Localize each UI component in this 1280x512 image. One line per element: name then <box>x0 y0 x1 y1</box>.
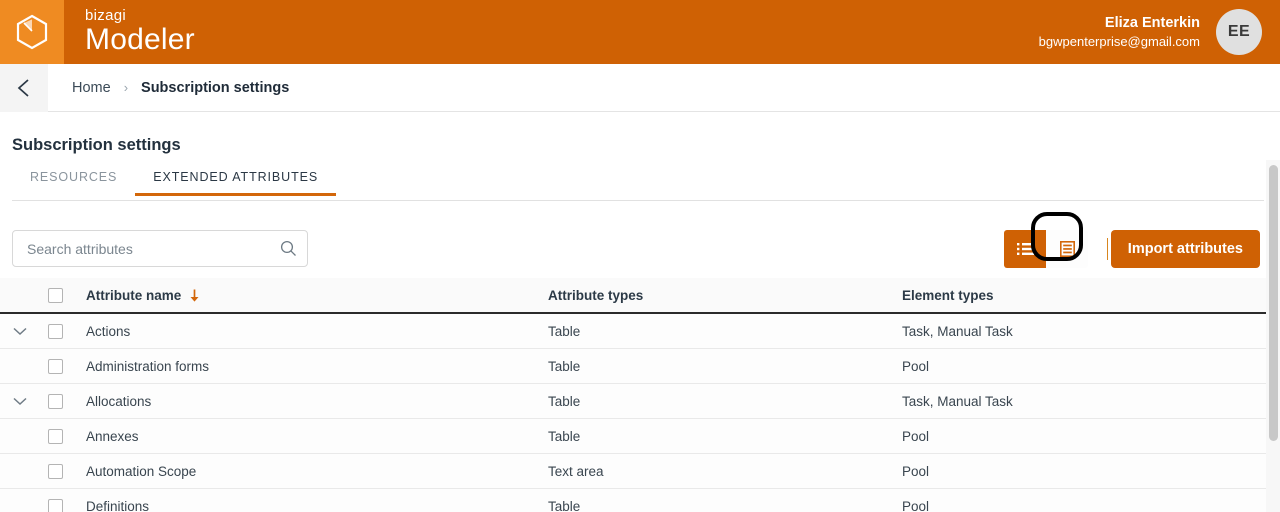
toolbar-divider <box>1107 238 1108 260</box>
cell-attribute-type: Table <box>548 358 581 374</box>
row-checkbox[interactable] <box>47 323 63 339</box>
list-view-icon <box>1016 243 1034 255</box>
cell-attribute-type: Table <box>548 393 581 409</box>
user-name: Eliza Enterkin <box>1104 14 1200 31</box>
search-input[interactable] <box>27 240 280 257</box>
breadcrumb-separator-icon: › <box>123 80 129 95</box>
table-toolbar: Import attributes <box>0 218 1280 270</box>
tab-resources[interactable]: RESOURCES <box>12 170 135 196</box>
chevron-left-icon <box>17 78 29 97</box>
table-row[interactable]: Definitions Table Pool <box>0 489 1280 512</box>
cell-attribute-name: Administration forms <box>86 358 210 374</box>
tab-bar: RESOURCES EXTENDED ATTRIBUTES <box>12 170 1264 201</box>
breadcrumb: Home › Subscription settings <box>72 80 289 96</box>
table-row[interactable]: Annexes Table Pool <box>0 419 1280 454</box>
table-row[interactable]: Allocations Table Task, Manual Task <box>0 384 1280 419</box>
column-header-attribute-types[interactable]: Attribute types <box>548 288 902 303</box>
cell-attribute-name: Actions <box>86 323 131 339</box>
row-checkbox[interactable] <box>47 498 63 512</box>
cell-element-types: Pool <box>902 463 930 479</box>
table-row[interactable]: Administration forms Table Pool <box>0 349 1280 384</box>
user-email: bgwpenterprise@gmail.com <box>1038 33 1200 49</box>
import-attributes-button[interactable]: Import attributes <box>1110 230 1260 268</box>
cell-element-types: Task, Manual Task <box>902 393 1013 409</box>
cell-element-types: Pool <box>902 498 930 512</box>
cell-attribute-type: Text area <box>548 463 604 479</box>
row-checkbox[interactable] <box>47 463 63 479</box>
row-select-cell[interactable] <box>40 498 70 512</box>
table-header-row: Attribute name Attribute types Element t… <box>0 278 1280 314</box>
user-info[interactable]: Eliza Enterkin bgwpenterprise@gmail.com <box>1039 14 1200 51</box>
cell-attribute-name: Annexes <box>86 428 139 444</box>
row-select-cell[interactable] <box>40 393 70 409</box>
column-header-element-types[interactable]: Element types <box>902 288 1280 303</box>
app-logo[interactable] <box>0 0 64 64</box>
brand-name-small: bizagi <box>85 7 126 24</box>
cell-attribute-name: Definitions <box>86 498 150 512</box>
row-checkbox[interactable] <box>47 393 63 409</box>
column-header-attribute-name[interactable]: Attribute name <box>70 288 548 303</box>
chevron-down-icon[interactable] <box>13 397 27 406</box>
select-all-cell[interactable] <box>40 287 70 303</box>
arrow-down-icon[interactable] <box>189 289 200 302</box>
page-title: Subscription settings <box>12 136 181 154</box>
row-expand-cell[interactable] <box>0 397 40 406</box>
breadcrumb-bar: Home › Subscription settings <box>0 63 1280 112</box>
back-button[interactable] <box>0 63 48 112</box>
breadcrumb-item-home[interactable]: Home <box>72 80 111 96</box>
row-checkbox[interactable] <box>47 428 63 444</box>
cell-attribute-name: Allocations <box>86 393 152 409</box>
app-header: bizagi Modeler Eliza Enterkin bgwpenterp… <box>0 0 1280 64</box>
vertical-scrollbar-thumb[interactable] <box>1269 165 1278 441</box>
row-select-cell[interactable] <box>40 463 70 479</box>
view-toggle-group <box>1004 230 1088 268</box>
table-view-button[interactable] <box>1046 230 1088 268</box>
table-row[interactable]: Actions Table Task, Manual Task <box>0 314 1280 349</box>
app-window: bizagi Modeler Eliza Enterkin bgwpenterp… <box>0 0 1280 512</box>
row-select-cell[interactable] <box>40 323 70 339</box>
breadcrumb-item-current: Subscription settings <box>141 79 290 96</box>
cell-element-types: Pool <box>902 358 930 374</box>
column-header-attribute-name-label: Attribute name <box>86 287 182 303</box>
search-box[interactable] <box>12 230 308 267</box>
chevron-down-icon[interactable] <box>13 327 27 336</box>
cell-element-types: Pool <box>902 428 930 444</box>
attributes-table: Attribute name Attribute types Element t… <box>0 278 1280 512</box>
cube-hexagon-icon <box>16 14 48 50</box>
brand-name-large: Modeler <box>85 23 195 56</box>
select-all-checkbox[interactable] <box>47 287 63 303</box>
table-view-icon <box>1059 241 1075 257</box>
page-content: Subscription settings RESOURCES EXTENDED… <box>0 112 1280 512</box>
row-select-cell[interactable] <box>40 358 70 374</box>
cell-attribute-type: Table <box>548 498 581 512</box>
row-checkbox[interactable] <box>47 358 63 374</box>
brand-title: bizagi Modeler <box>85 8 195 56</box>
tab-extended-attributes[interactable]: EXTENDED ATTRIBUTES <box>135 170 337 196</box>
row-select-cell[interactable] <box>40 428 70 444</box>
cell-attribute-type: Table <box>548 323 581 339</box>
cell-element-types: Task, Manual Task <box>902 323 1013 339</box>
list-view-button[interactable] <box>1004 230 1046 268</box>
cell-attribute-type: Table <box>548 428 581 444</box>
search-icon[interactable] <box>280 240 297 257</box>
table-row[interactable]: Automation Scope Text area Pool <box>0 454 1280 489</box>
row-expand-cell[interactable] <box>0 327 40 336</box>
avatar[interactable]: EE <box>1216 9 1262 55</box>
cell-attribute-name: Automation Scope <box>86 463 197 479</box>
